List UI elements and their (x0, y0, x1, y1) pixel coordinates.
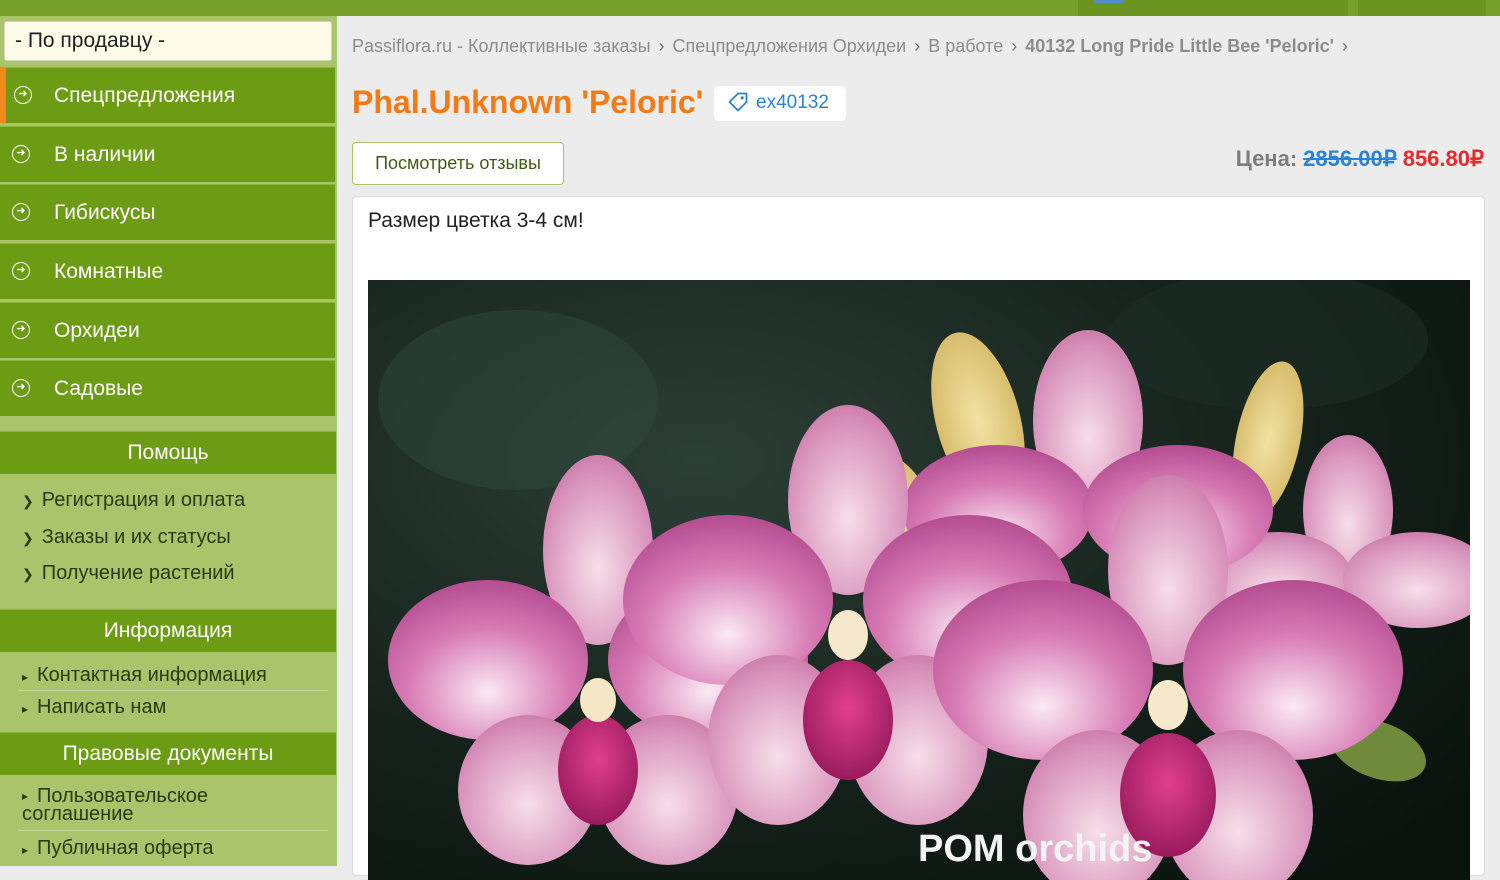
link-label: Контактная информация (37, 664, 267, 686)
arrow-circle-icon: ➜ (12, 144, 30, 163)
product-description: Размер цветка 3-4 см! POM orchids (352, 196, 1485, 880)
product-title: Phal.Unknown 'Peloric' (352, 84, 704, 120)
photo-watermark: POM orchids (918, 828, 1153, 870)
breadcrumb-specials-orchids[interactable]: Спецпредложения Орхидеи (673, 36, 907, 56)
chevron-right-icon: › (658, 36, 665, 56)
legal-panel: ▸ Пользовательское соглашение ▸ Публичная … (0, 775, 336, 866)
info-panel-title: Информация (0, 609, 336, 652)
bullet-icon: ▸ (22, 702, 29, 716)
menu-item-label: Садовые (54, 377, 143, 401)
menu-item-houseplants[interactable]: ➜ Комнатные (0, 243, 335, 300)
chevron-right-icon: › (1341, 36, 1348, 56)
top-bar (0, 0, 1500, 16)
chevron-right-icon: ❯ (22, 566, 34, 582)
help-link-receiving[interactable]: ❯ Получение растений (22, 562, 235, 585)
description-text: Размер цветка 3-4 см! (368, 209, 584, 232)
menu-item-label: Гибискусы (54, 201, 156, 225)
menu-item-garden[interactable]: ➜ Садовые (0, 360, 335, 417)
link-label: Регистрация и оплата (41, 489, 246, 511)
menu-item-hibiscus[interactable]: ➜ Гибискусы (0, 184, 335, 241)
product-code-tag[interactable]: ex40132 (714, 86, 846, 121)
chevron-right-icon: ❯ (22, 530, 34, 546)
seller-select[interactable]: - По продавцу - (4, 21, 332, 61)
chevron-right-icon: ❯ (22, 493, 34, 509)
link-label: Получение растений (41, 562, 235, 584)
arrow-circle-icon: ➜ (14, 86, 32, 104)
help-panel-title: Помощь (0, 431, 336, 474)
price-label: Цена: (1235, 146, 1298, 171)
sidebar: - По продавцу - ➜ Спецпредложения ➜ В на… (0, 16, 337, 866)
new-price: 856.80₽ (1402, 146, 1484, 171)
price-block: Цена: 2856.00₽ 856.80₽ (1236, 146, 1484, 172)
legal-link-public-offer[interactable]: ▸ Публичная оферта (22, 837, 213, 860)
view-reviews-button[interactable]: Посмотреть отзывы (352, 142, 564, 185)
menu-item-orchids[interactable]: ➜ Орхидеи (0, 301, 335, 358)
link-label: Написать нам (37, 696, 167, 718)
divider (18, 690, 328, 691)
breadcrumb-in-work[interactable]: В работе (928, 36, 1003, 56)
help-link-registration[interactable]: ❯ Регистрация и оплата (22, 489, 245, 512)
product-photo[interactable]: POM orchids (368, 280, 1470, 880)
menu-item-label: Комнатные (54, 260, 164, 284)
help-panel: ❯ Регистрация и оплата ❯ Заказы и их стату… (0, 474, 336, 602)
link-label: Пользовательское соглашение (22, 785, 209, 825)
arrow-circle-icon: ➜ (12, 379, 30, 398)
arrow-circle-icon: ➜ (12, 262, 30, 281)
arrow-circle-icon: ➜ (12, 203, 30, 222)
bullet-icon: ▸ (22, 843, 29, 857)
top-bar-account-button[interactable] (1358, 0, 1486, 16)
bullet-icon: ▸ (22, 670, 29, 684)
category-menu: ➜ Спецпредложения ➜ В наличии ➜ Гибискус… (0, 67, 335, 419)
info-link-write-us[interactable]: ▸ Написать нам (22, 696, 166, 719)
breadcrumb: Passiflora.ru - Коллективные заказы › Спец… (352, 36, 1356, 57)
divider (18, 830, 328, 831)
breadcrumb-home[interactable]: Passiflora.ru - Коллективные заказы (352, 36, 651, 56)
chevron-right-icon: › (1011, 36, 1018, 56)
menu-item-specials[interactable]: ➜ Спецпредложения (0, 67, 335, 123)
arrow-circle-icon: ➜ (12, 320, 30, 339)
legal-panel-title: Правовые документы (0, 732, 336, 775)
help-link-orders[interactable]: ❯ Заказы и их статусы (22, 526, 231, 549)
info-link-contacts[interactable]: ▸ Контактная информация (22, 664, 267, 687)
info-panel: ▸ Контактная информация ▸ Написать нам (0, 652, 336, 726)
cart-icon (1094, 0, 1124, 3)
menu-item-label: В наличии (54, 142, 156, 166)
link-label: Публичная оферта (37, 837, 214, 859)
product-code: ex40132 (756, 92, 829, 113)
old-price: 2856.00₽ (1303, 146, 1397, 171)
breadcrumb-current[interactable]: 40132 Long Pride Little Bee 'Peloric' (1025, 36, 1334, 56)
menu-item-label: Спецпредложения (54, 84, 236, 107)
orchid-photo-image (368, 280, 1470, 880)
menu-item-label: Орхидеи (54, 318, 140, 342)
chevron-right-icon: › (914, 36, 921, 56)
legal-link-user-agreement[interactable]: ▸ Пользовательское соглашение (22, 785, 262, 825)
menu-item-in-stock[interactable]: ➜ В наличии (0, 125, 335, 182)
top-bar-cart-button[interactable] (1078, 0, 1348, 16)
main-content: Passiflora.ru - Коллективные заказы › Спец… (337, 16, 1500, 880)
link-label: Заказы и их статусы (41, 526, 231, 548)
tag-icon (728, 92, 748, 112)
